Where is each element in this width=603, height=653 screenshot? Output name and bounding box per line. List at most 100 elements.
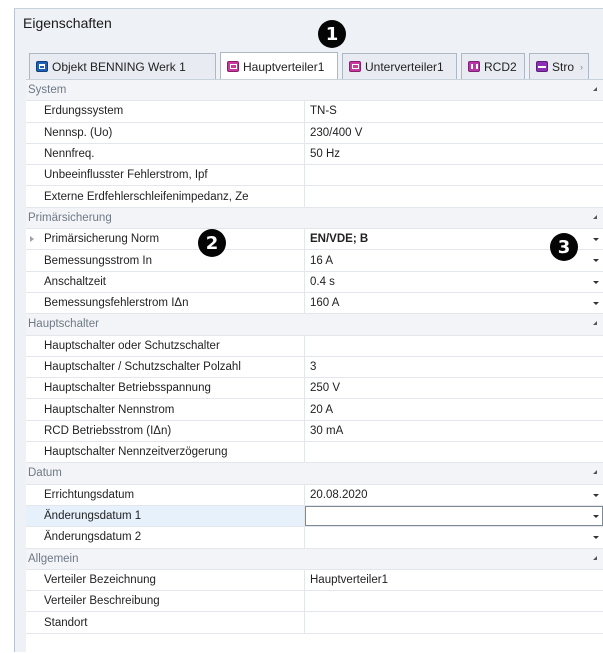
rcd-icon — [468, 61, 480, 72]
property-name: Externe Erdfehlerschleifenimpedanz, Ze — [26, 186, 305, 207]
property-row[interactable]: Bemessungsstrom In 16 A — [26, 250, 603, 272]
date-input[interactable] — [305, 505, 603, 527]
property-value[interactable] — [305, 186, 603, 206]
property-row[interactable]: Änderungsdatum 2 — [26, 527, 603, 549]
dropdown-arrow-icon[interactable] — [593, 238, 599, 242]
dropdown-arrow-icon[interactable] — [593, 259, 599, 263]
panel-title: Eigenschaften — [23, 15, 112, 31]
property-row[interactable]: Verteiler Bezeichnung Hauptverteiler1 — [26, 569, 603, 592]
property-name: Änderungsdatum 1 — [26, 505, 305, 527]
property-value[interactable] — [305, 527, 603, 547]
property-name: Verteiler Beschreibung — [26, 591, 305, 612]
property-value-text: 16 A — [310, 254, 334, 267]
tab-unterverteiler[interactable]: Unterverteiler1 — [342, 53, 457, 79]
property-row-selected[interactable]: Änderungsdatum 1 — [26, 505, 603, 528]
dropdown-arrow-icon[interactable] — [593, 536, 599, 540]
property-row[interactable]: Bemessungsfehlerstrom IΔn 160 A — [26, 292, 603, 315]
section-header-hauptschalter[interactable]: Hauptschalter — [26, 314, 603, 336]
collapse-icon[interactable] — [593, 87, 597, 91]
building-icon — [36, 61, 48, 72]
callout-marker-2: 2 — [198, 229, 226, 257]
section-title: Primärsicherung — [28, 211, 112, 224]
property-grid: System Erdungssystem TN-S Nennsp. (Uo) 2… — [26, 79, 603, 653]
property-value-text: EN/VDE; B — [310, 233, 369, 246]
property-value[interactable] — [305, 591, 603, 611]
property-name-text: Primärsicherung Norm — [44, 233, 160, 246]
tab-label: Objekt BENNING Werk 1 — [52, 59, 186, 74]
property-row[interactable]: Unbeeinflusster Fehlerstrom, Ipf — [26, 165, 603, 187]
property-name: Hauptschalter / Schutzschalter Polzahl — [26, 356, 305, 378]
tab-label: Hauptverteiler1 — [243, 59, 325, 74]
property-value-text: 0.4 s — [310, 275, 335, 288]
tab-stro[interactable]: Stro › — [529, 53, 589, 79]
property-row[interactable]: Primärsicherung Norm EN/VDE; B — [26, 229, 603, 251]
property-row[interactable]: Nennfreq. 50 Hz — [26, 143, 603, 166]
property-value[interactable]: 3 — [305, 357, 603, 377]
chevron-right-icon: › — [580, 61, 584, 72]
dropdown-arrow-icon[interactable] — [593, 301, 599, 305]
property-value[interactable] — [305, 165, 603, 185]
property-row[interactable]: Hauptschalter Nennstrom 20 A — [26, 399, 603, 421]
property-value[interactable]: 250 V — [305, 378, 603, 398]
property-row[interactable]: Hauptschalter Nennzeitverzögerung — [26, 442, 603, 464]
callout-marker-3: 3 — [550, 233, 578, 261]
property-value[interactable]: 20.08.2020 — [305, 485, 603, 505]
tab-objekt[interactable]: Objekt BENNING Werk 1 — [29, 53, 216, 79]
collapse-icon[interactable] — [593, 214, 597, 219]
section-header-allgemein[interactable]: Allgemein — [26, 548, 603, 570]
property-name: Erdungssystem — [26, 101, 305, 122]
section-header-datum[interactable]: Datum — [26, 463, 603, 485]
property-name: Nennsp. (Uo) — [26, 122, 305, 143]
property-row[interactable]: RCD Betriebsstrom (IΔn) 30 mA — [26, 420, 603, 443]
property-value[interactable] — [305, 336, 603, 356]
property-name: Nennfreq. — [26, 143, 305, 165]
property-row[interactable]: Hauptschalter Betriebsspannung 250 V — [26, 378, 603, 400]
property-row[interactable]: Verteiler Beschreibung — [26, 591, 603, 613]
property-name: Hauptschalter Nennstrom — [26, 399, 305, 420]
expand-arrow-icon[interactable] — [30, 236, 34, 243]
tab-label: Stro — [552, 59, 575, 74]
property-row[interactable]: Nennsp. (Uo) 230/400 V — [26, 122, 603, 144]
tab-rcd2[interactable]: RCD2 — [461, 53, 525, 79]
property-value[interactable]: Hauptverteiler1 — [305, 570, 603, 590]
property-name: Hauptschalter Nennzeitverzögerung — [26, 442, 305, 463]
dropdown-arrow-icon[interactable] — [593, 514, 599, 518]
property-value[interactable]: TN-S — [305, 101, 603, 121]
property-value[interactable]: 50 Hz — [305, 144, 603, 164]
property-value[interactable]: 30 mA — [305, 421, 603, 441]
tab-bar: Objekt BENNING Werk 1 Hauptverteiler1 Un… — [23, 52, 603, 81]
property-row[interactable]: Hauptschalter / Schutzschalter Polzahl 3 — [26, 356, 603, 379]
property-value[interactable] — [305, 612, 603, 632]
dropdown-arrow-icon[interactable] — [593, 493, 599, 497]
tab-label: Unterverteiler1 — [365, 59, 444, 74]
collapse-icon[interactable] — [593, 470, 597, 475]
distribution-board-icon — [227, 61, 239, 72]
property-name: Bemessungsstrom In — [26, 250, 305, 271]
property-value-text: 160 A — [310, 297, 340, 310]
property-row[interactable]: Erdungssystem TN-S — [26, 101, 603, 123]
property-value[interactable]: 20 A — [305, 399, 603, 419]
property-value[interactable]: 160 A — [305, 293, 603, 313]
property-row[interactable]: Hauptschalter oder Schutzschalter — [26, 335, 603, 357]
property-name: Standort — [26, 612, 305, 633]
property-name: Bemessungsfehlerstrom IΔn — [26, 292, 305, 314]
property-name: Änderungsdatum 2 — [26, 527, 305, 548]
collapse-icon[interactable] — [593, 555, 597, 560]
tab-hauptverteiler[interactable]: Hauptverteiler1 — [220, 52, 338, 80]
section-header-system[interactable]: System — [26, 80, 603, 102]
property-name: Hauptschalter oder Schutzschalter — [26, 335, 305, 356]
property-value[interactable] — [305, 442, 603, 462]
property-value[interactable]: 0.4 s — [305, 272, 603, 292]
property-row[interactable]: Errichtungsdatum 20.08.2020 — [26, 484, 603, 506]
section-header-primaersicherung[interactable]: Primärsicherung — [26, 207, 603, 230]
collapse-icon[interactable] — [593, 321, 597, 326]
property-name: Hauptschalter Betriebsspannung — [26, 378, 305, 399]
dropdown-arrow-icon[interactable] — [593, 280, 599, 284]
property-row[interactable]: Externe Erdfehlerschleifenimpedanz, Ze — [26, 186, 603, 208]
property-name: RCD Betriebsstrom (IΔn) — [26, 420, 305, 442]
property-row[interactable]: Anschaltzeit 0.4 s — [26, 271, 603, 293]
property-row[interactable]: Standort — [26, 612, 603, 634]
section-title: Hauptschalter — [28, 318, 99, 331]
circuit-icon — [536, 61, 548, 72]
property-value[interactable]: 230/400 V — [305, 123, 603, 143]
